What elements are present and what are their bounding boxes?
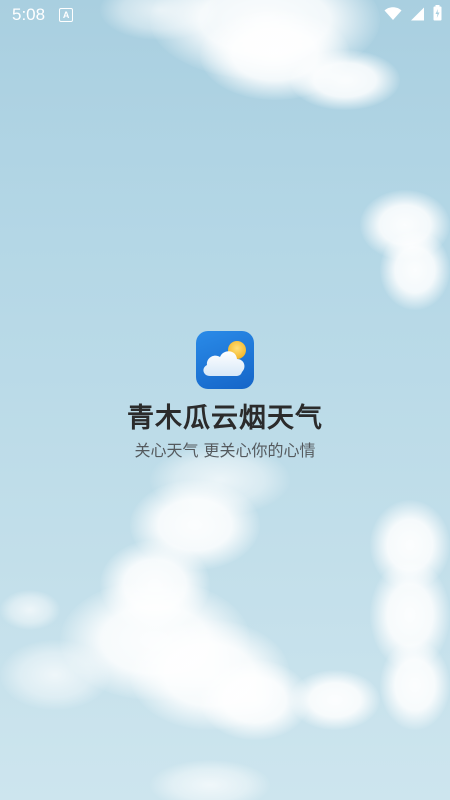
app-logo-icon xyxy=(196,331,254,389)
app-slogan: 关心天气 更关心你的心情 xyxy=(134,441,316,460)
signal-icon xyxy=(410,6,425,25)
status-time: 5:08 xyxy=(12,5,46,24)
status-icons xyxy=(384,5,442,25)
battery-icon xyxy=(433,5,442,25)
status-bar: 5:08 A xyxy=(0,0,450,30)
splash-screen: 5:08 A 青木瓜云烟天气 关心天气 更关心你的心情 xyxy=(0,0,450,800)
app-title: 青木瓜云烟天气 xyxy=(127,403,323,434)
notification-a-icon: A xyxy=(59,8,74,22)
wifi-icon xyxy=(384,6,402,25)
